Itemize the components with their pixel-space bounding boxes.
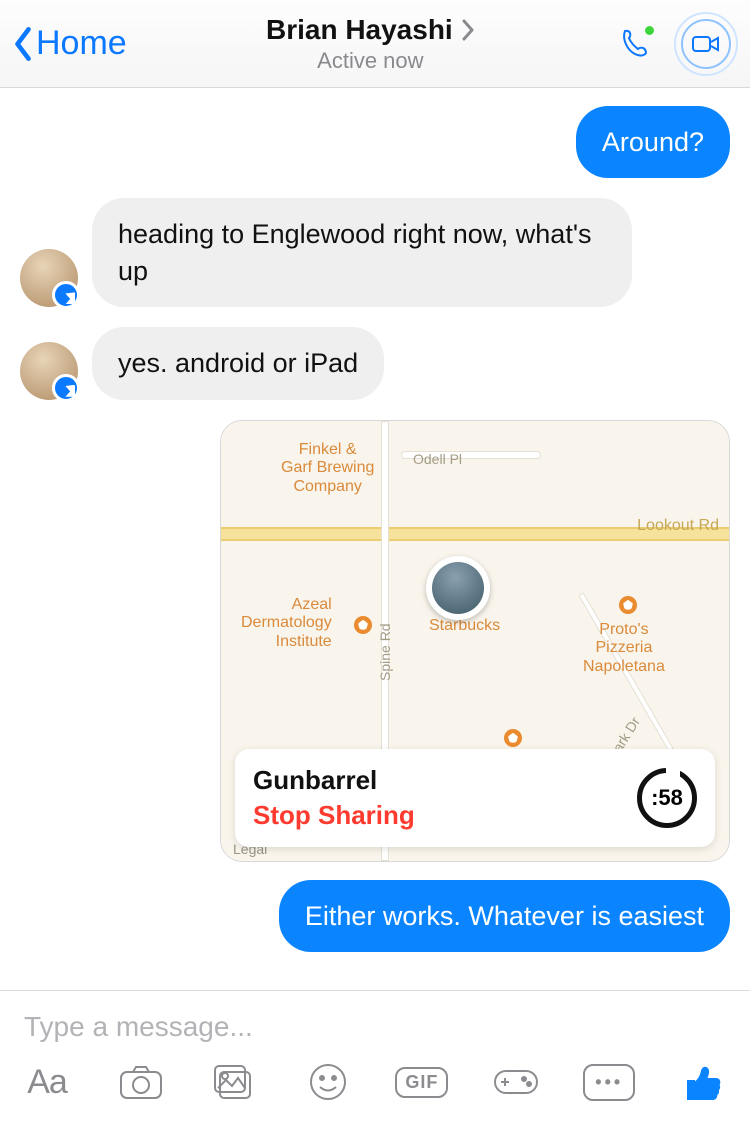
map-poi-icon: [354, 616, 372, 634]
chat-header: Home Brian Hayashi Active now: [0, 0, 750, 88]
map-poi-label: Proto's Pizzeria Napoletana: [583, 621, 665, 676]
map-poi-icon: [504, 729, 522, 747]
active-dot-icon: [645, 26, 654, 35]
contact-status: Active now: [127, 48, 614, 74]
voice-call-button[interactable]: [614, 23, 656, 65]
message-out: Either works. Whatever is easiest: [20, 880, 730, 952]
map-poi-label: Azeal Dermatology Institute: [241, 596, 332, 651]
more-icon: •••: [583, 1064, 635, 1101]
location-name: Gunbarrel: [253, 765, 637, 796]
contact-name: Brian Hayashi: [266, 14, 453, 46]
timer-value: :58: [651, 785, 683, 811]
composer: Type a message... Aa GIF •••: [0, 990, 750, 1123]
video-call-button[interactable]: [674, 12, 738, 76]
header-title-area[interactable]: Brian Hayashi Active now: [127, 14, 614, 74]
map-poi-icon: [619, 596, 637, 614]
thumbs-up-icon: [682, 1061, 724, 1103]
map-poi-label: Starbucks: [429, 617, 500, 635]
stop-sharing-button[interactable]: Stop Sharing: [253, 800, 637, 831]
map-road-label: Spine Rd: [377, 623, 393, 681]
composer-toolbar: Aa GIF •••: [0, 1049, 750, 1123]
contact-avatar[interactable]: [20, 249, 78, 307]
message-out: Around?: [20, 106, 730, 178]
message-bubble[interactable]: heading to Englewood right now, what's u…: [92, 198, 632, 307]
location-card[interactable]: Finkel & Garf Brewing Company Odell Pl L…: [220, 420, 730, 862]
gif-icon: GIF: [395, 1067, 448, 1098]
camera-icon: [119, 1064, 163, 1100]
games-button[interactable]: [487, 1057, 545, 1107]
map-road-label: Odell Pl: [413, 451, 462, 467]
smiley-icon: [308, 1062, 348, 1102]
video-icon: [692, 34, 720, 54]
message-bubble[interactable]: Around?: [576, 106, 730, 178]
location-panel: Gunbarrel Stop Sharing :58: [235, 749, 715, 847]
messages-list: Around? heading to Englewood right now, …: [0, 88, 750, 968]
chevron-left-icon: [12, 25, 34, 63]
more-button[interactable]: •••: [580, 1057, 638, 1107]
user-location-pin[interactable]: [426, 556, 490, 620]
message-in: heading to Englewood right now, what's u…: [20, 198, 730, 307]
map-road-label: Lookout Rd: [637, 517, 719, 535]
emoji-button[interactable]: [299, 1057, 357, 1107]
gif-button[interactable]: GIF: [393, 1057, 451, 1107]
back-button[interactable]: Home: [12, 24, 127, 63]
location-share-row: Finkel & Garf Brewing Company Odell Pl L…: [20, 420, 730, 862]
back-label: Home: [36, 24, 127, 63]
message-input[interactable]: Type a message...: [0, 991, 750, 1049]
message-bubble[interactable]: Either works. Whatever is easiest: [279, 880, 730, 952]
camera-button[interactable]: [112, 1057, 170, 1107]
contact-avatar[interactable]: [20, 342, 78, 400]
map-canvas[interactable]: Finkel & Garf Brewing Company Odell Pl L…: [221, 421, 729, 861]
gallery-button[interactable]: [205, 1057, 263, 1107]
map-poi-label: Finkel & Garf Brewing Company: [281, 441, 374, 496]
chevron-right-icon: [461, 19, 475, 41]
text-format-button[interactable]: Aa: [18, 1057, 76, 1107]
gallery-icon: [212, 1062, 256, 1102]
message-bubble[interactable]: yes. android or iPad: [92, 327, 384, 399]
message-in: yes. android or iPad: [20, 327, 730, 399]
share-timer: :58: [637, 768, 697, 828]
like-button[interactable]: [674, 1057, 732, 1107]
gamepad-icon: [492, 1065, 540, 1099]
